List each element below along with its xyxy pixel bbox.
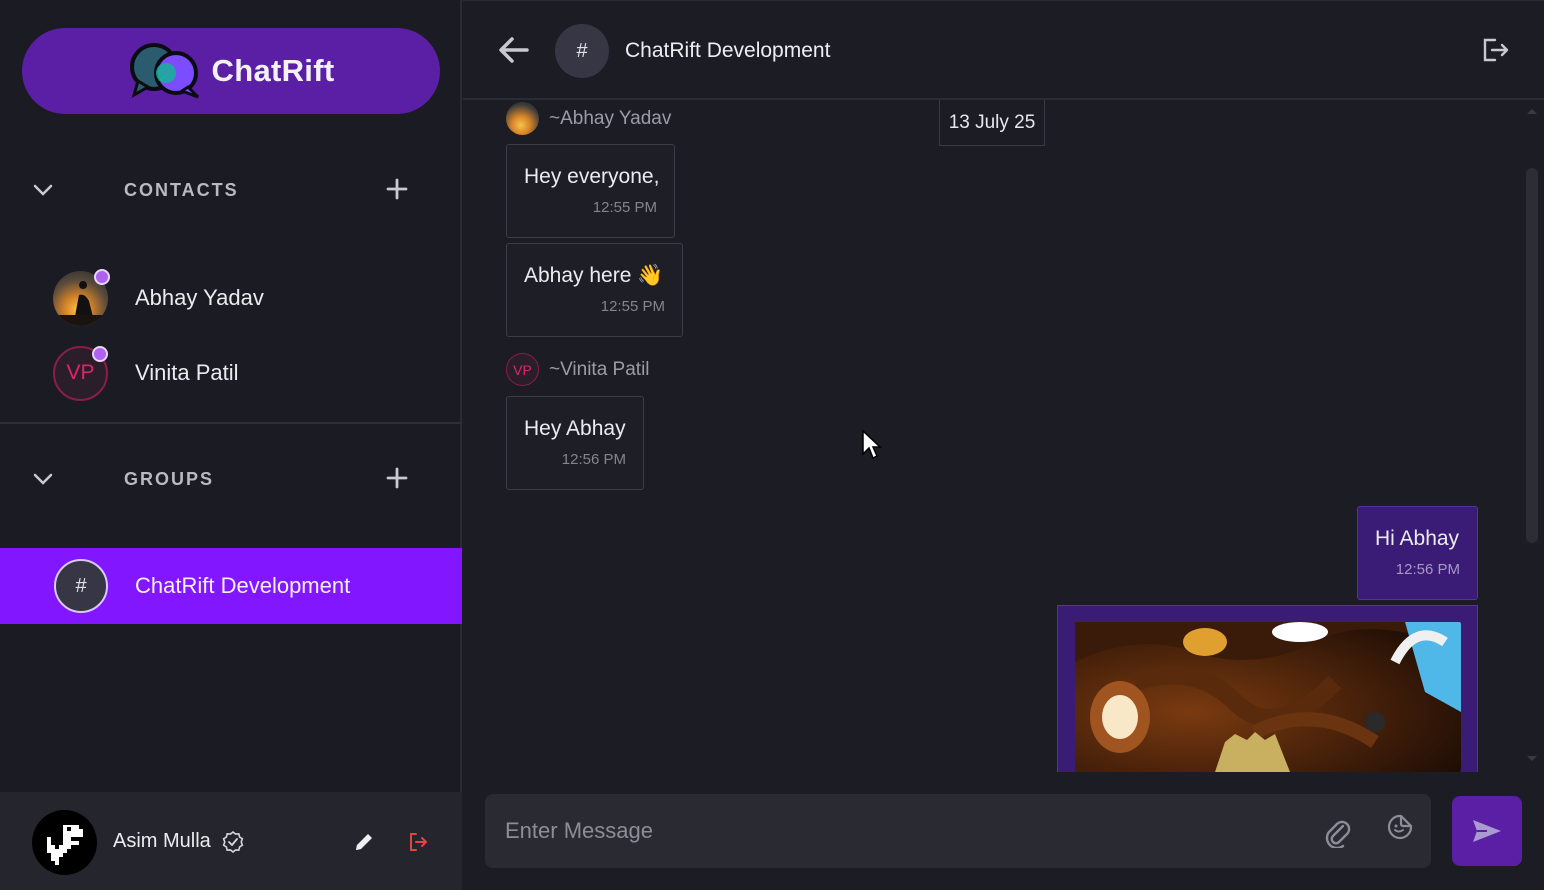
- chevron-down-icon[interactable]: [32, 180, 54, 200]
- edit-profile-pencil-icon[interactable]: [353, 831, 375, 853]
- contact-name: Abhay Yadav: [135, 285, 264, 310]
- attach-paperclip-icon[interactable]: [1323, 816, 1351, 848]
- online-status-dot: [92, 345, 108, 362]
- leave-channel-icon[interactable]: [1479, 35, 1511, 65]
- user-name: Asim Mulla: [113, 829, 211, 852]
- add-contact-plus-icon[interactable]: [386, 178, 408, 200]
- message-text: Hey Abhay: [524, 417, 626, 440]
- send-button[interactable]: [1452, 796, 1522, 866]
- message-sender-header: ~Abhay Yadav: [506, 102, 671, 135]
- contacts-section-header: CONTACTS: [0, 170, 462, 210]
- message-composer: [485, 794, 1431, 868]
- sidebar: ChatRift CONTACTS Abhay Yadav VP Vinita …: [0, 0, 462, 890]
- verified-badge-icon: [222, 830, 244, 854]
- scroll-down-arrow-icon[interactable]: [1525, 754, 1539, 764]
- own-image-message[interactable]: [1057, 605, 1478, 772]
- message-image[interactable]: [1075, 622, 1461, 772]
- sender-avatar: [506, 102, 539, 135]
- scroll-up-arrow-icon[interactable]: [1525, 106, 1539, 116]
- message-text: Hi Abhay: [1375, 527, 1460, 550]
- group-avatar: #: [54, 559, 108, 613]
- own-message-bubble[interactable]: Hi Abhay 12:56 PM: [1357, 506, 1478, 600]
- message-sender-header: VP ~Vinita Patil: [506, 353, 650, 386]
- user-avatar[interactable]: [32, 810, 97, 875]
- message-time: 12:56 PM: [1395, 561, 1460, 578]
- avatar: VP: [53, 345, 108, 401]
- emoji-sticker-icon[interactable]: [1387, 814, 1413, 840]
- chat-header: # ChatRift Development: [463, 0, 1544, 100]
- message-bubble[interactable]: Hey everyone, 12:55 PM: [506, 144, 675, 238]
- message-time: 12:55 PM: [592, 199, 657, 216]
- avatar: [53, 268, 110, 326]
- mouse-cursor-icon: [862, 430, 882, 460]
- back-arrow-icon[interactable]: [497, 35, 529, 65]
- send-icon: [1473, 820, 1501, 842]
- date-divider-chip: 13 July 25: [939, 100, 1045, 146]
- sender-name: ~Abhay Yadav: [549, 107, 672, 129]
- message-time: 12:56 PM: [561, 451, 626, 468]
- sender-avatar: VP: [506, 353, 539, 386]
- message-bubble[interactable]: Abhay here 👋 12:55 PM: [506, 243, 683, 337]
- avatar-initials: VP: [66, 361, 95, 384]
- message-bubble[interactable]: Hey Abhay 12:56 PM: [506, 396, 644, 490]
- message-text: Abhay here 👋: [524, 264, 664, 287]
- sidebar-divider: [0, 422, 462, 424]
- message-time: 12:55 PM: [600, 298, 665, 315]
- app-logo[interactable]: ChatRift: [22, 28, 440, 114]
- chevron-down-icon[interactable]: [32, 469, 54, 489]
- scrollbar-thumb[interactable]: [1526, 168, 1538, 543]
- contact-item-abhay-yadav[interactable]: Abhay Yadav: [0, 263, 462, 333]
- group-item-chatrift-development[interactable]: # ChatRift Development: [0, 548, 462, 624]
- group-name: ChatRift Development: [135, 573, 351, 598]
- message-list[interactable]: ~Abhay Yadav 13 July 25 Hey everyone, 12…: [463, 100, 1544, 772]
- chat-bubbles-logo-icon: [129, 43, 199, 99]
- dino-avatar-icon: [46, 824, 83, 865]
- contact-item-vinita-patil[interactable]: VP Vinita Patil: [0, 338, 462, 408]
- contact-name: Vinita Patil: [135, 360, 239, 385]
- current-user-bar: Asim Mulla: [0, 792, 462, 890]
- contacts-title: CONTACTS: [124, 179, 239, 200]
- channel-title: ChatRift Development: [625, 39, 831, 62]
- sender-name: ~Vinita Patil: [549, 358, 650, 380]
- online-status-dot: [94, 268, 110, 285]
- add-group-plus-icon[interactable]: [386, 467, 408, 489]
- message-text: Hey everyone,: [524, 165, 660, 188]
- logout-icon[interactable]: [406, 830, 430, 854]
- message-input[interactable]: [505, 812, 1305, 850]
- groups-title: GROUPS: [124, 468, 215, 489]
- app-name: ChatRift: [211, 53, 335, 88]
- groups-section-header: GROUPS: [0, 459, 462, 499]
- channel-avatar: #: [555, 24, 609, 78]
